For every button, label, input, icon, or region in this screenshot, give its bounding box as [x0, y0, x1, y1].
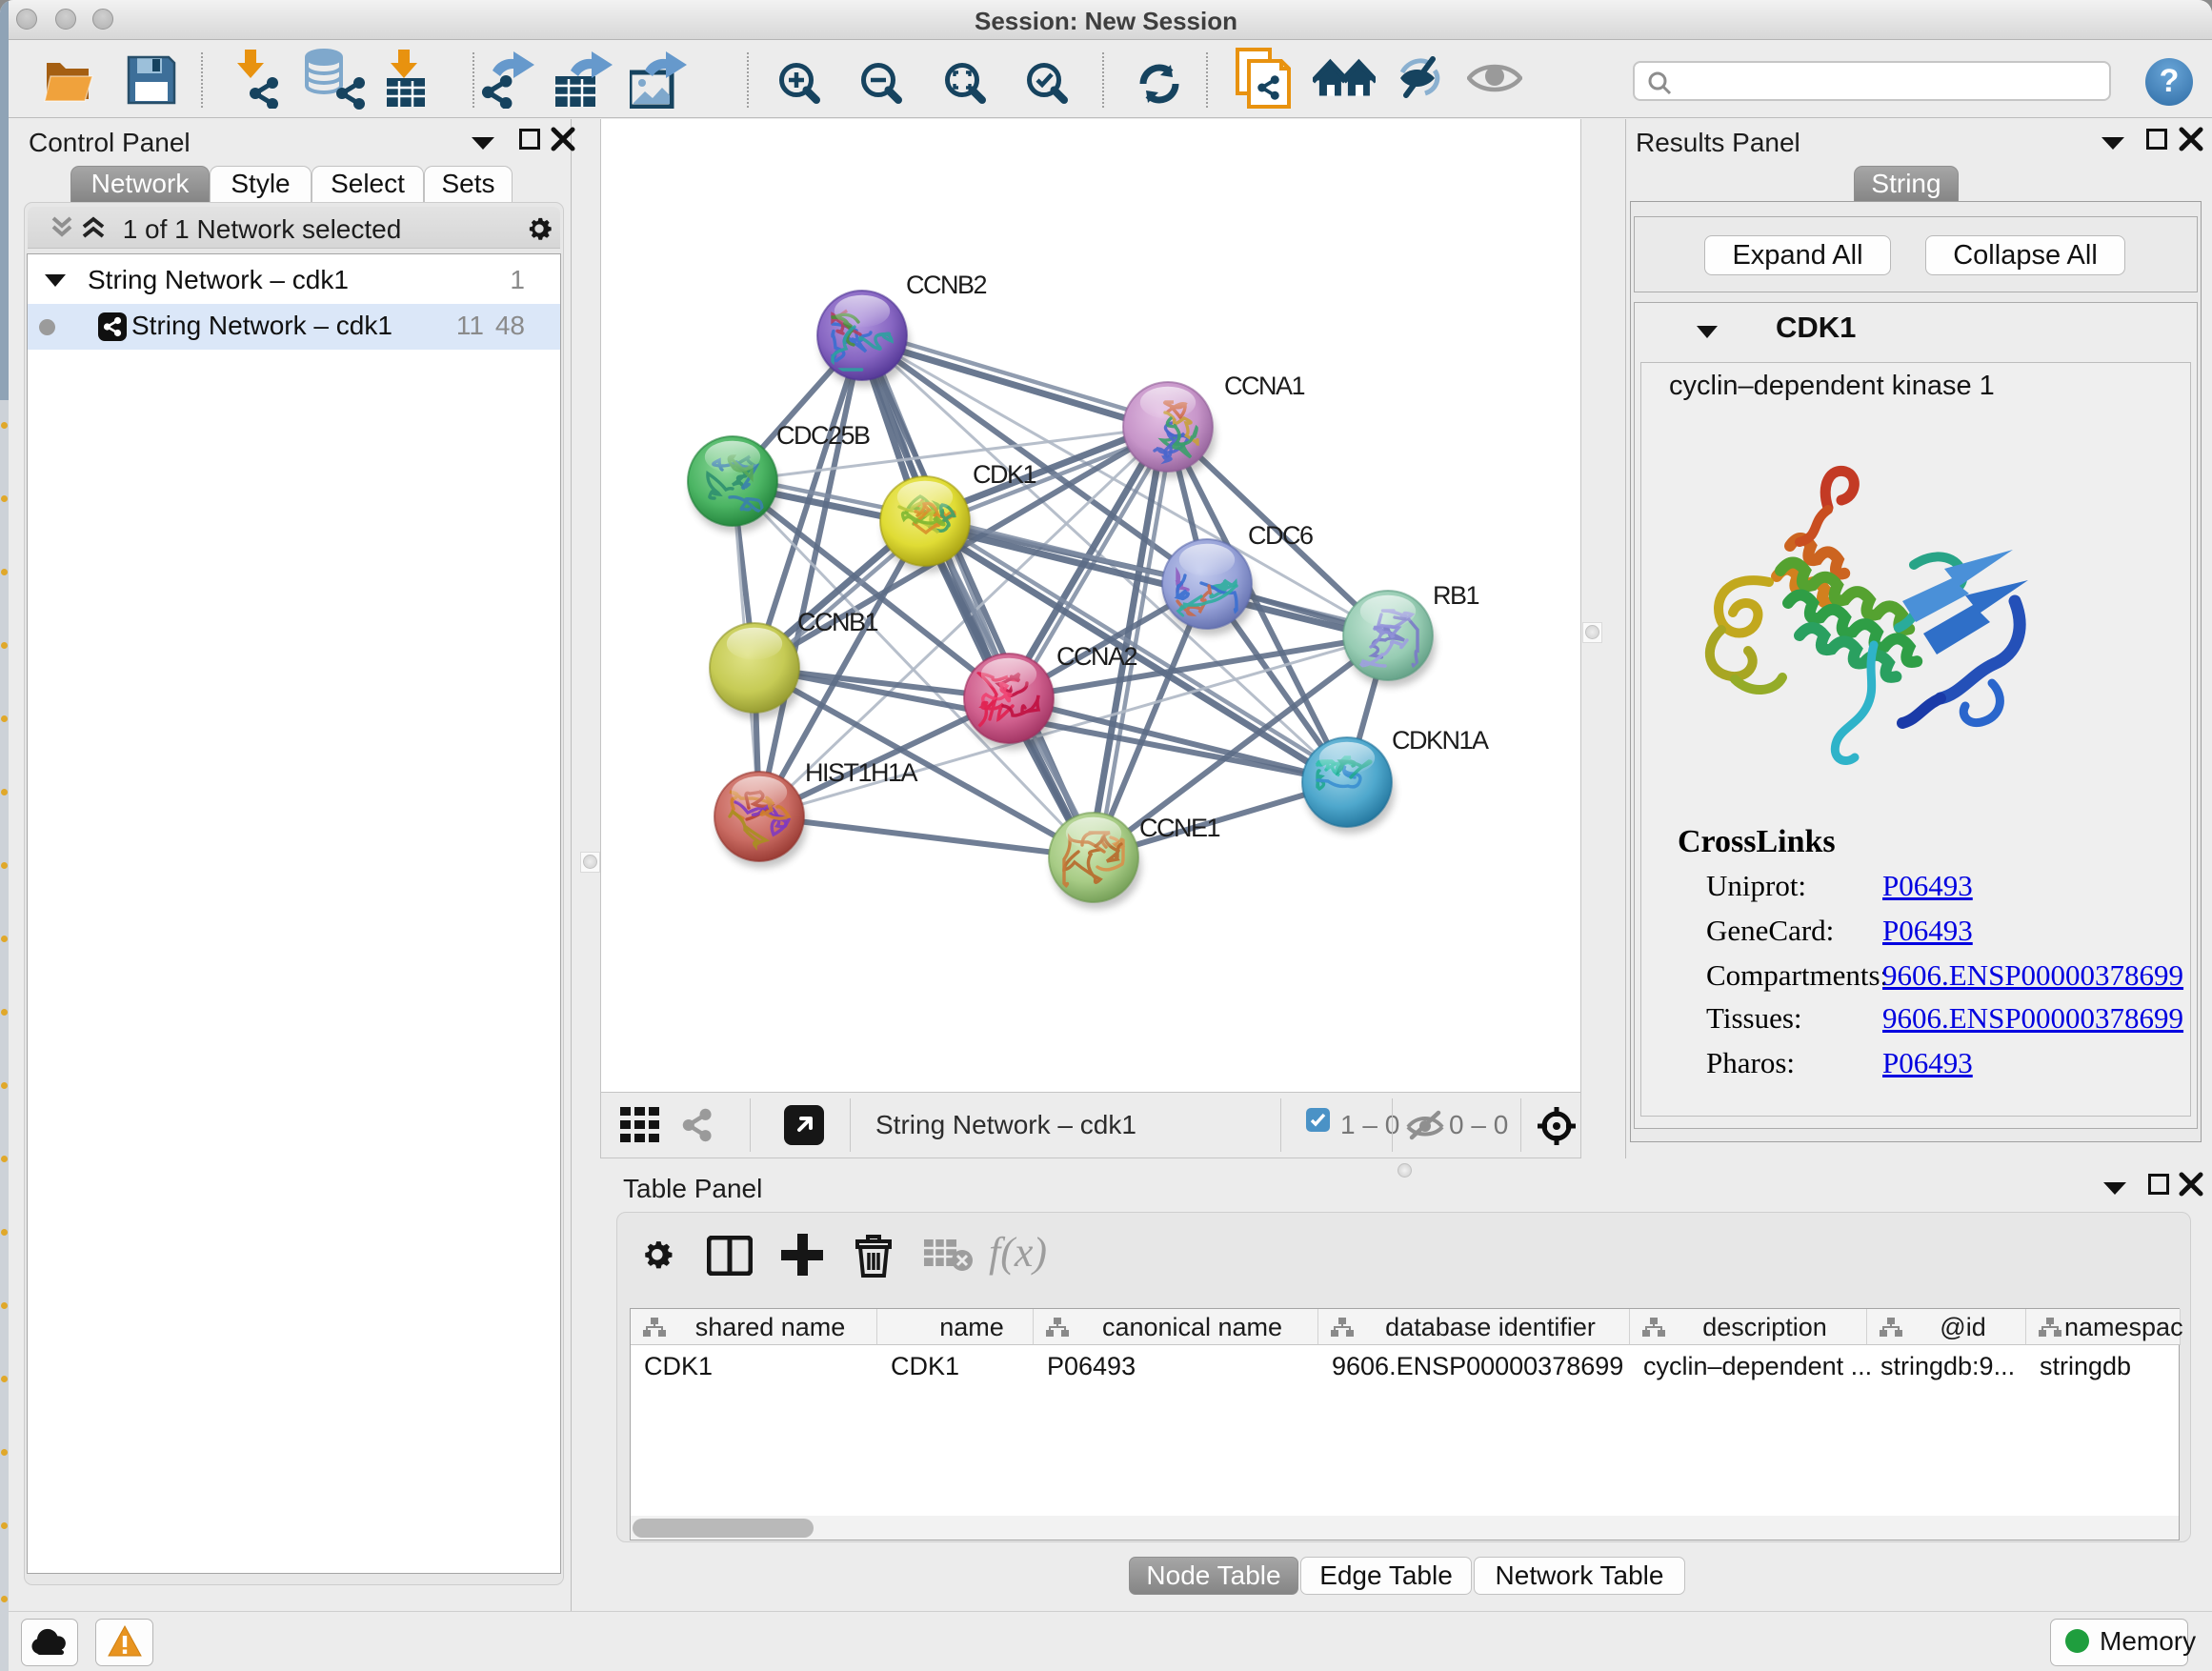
svg-text:CCNA1: CCNA1 [1224, 372, 1305, 400]
svg-text:CDC6: CDC6 [1248, 521, 1313, 550]
svg-text:CDKN1A: CDKN1A [1392, 726, 1489, 755]
svg-text:RB1: RB1 [1433, 581, 1479, 610]
svg-text:CDK1: CDK1 [973, 460, 1036, 489]
svg-text:CCNE1: CCNE1 [1139, 814, 1220, 842]
svg-text:CCNB1: CCNB1 [797, 608, 878, 636]
svg-text:HIST1H1A: HIST1H1A [805, 758, 918, 787]
svg-text:CDC25B: CDC25B [776, 421, 870, 450]
svg-text:CCNA2: CCNA2 [1056, 642, 1137, 671]
svg-text:CCNB2: CCNB2 [906, 271, 987, 299]
